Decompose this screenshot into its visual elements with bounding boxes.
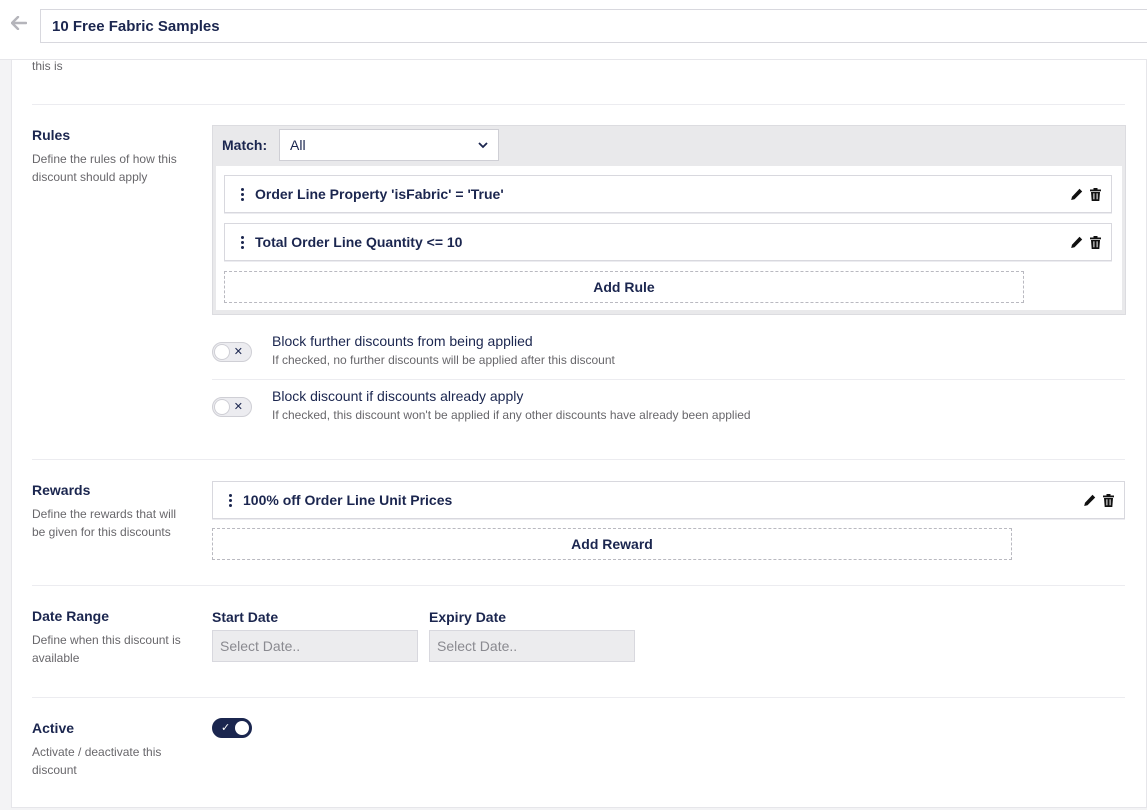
option-title: Block discount if discounts already appl… bbox=[272, 388, 524, 404]
reward-item[interactable]: 100% off Order Line Unit Prices bbox=[212, 481, 1125, 519]
divider bbox=[32, 459, 1125, 460]
toggle-knob bbox=[215, 400, 229, 414]
rule-item[interactable]: Total Order Line Quantity <= 10 bbox=[224, 223, 1112, 261]
trash-icon bbox=[1090, 187, 1101, 201]
divider bbox=[32, 585, 1125, 586]
add-rule-button[interactable]: Add Rule bbox=[224, 271, 1024, 303]
active-label: Active bbox=[32, 720, 75, 736]
toggle-knob bbox=[215, 345, 229, 359]
x-icon: ✕ bbox=[233, 346, 243, 358]
drag-handle-icon[interactable] bbox=[238, 187, 246, 201]
delete-rule-button[interactable] bbox=[1089, 235, 1102, 249]
expiry-date-input[interactable]: Select Date.. bbox=[429, 630, 635, 662]
rewards-description: Define the rewards that will be given fo… bbox=[32, 507, 177, 539]
edit-rule-button[interactable] bbox=[1070, 187, 1083, 201]
active-toggle[interactable]: ✓ bbox=[212, 718, 252, 738]
back-button[interactable] bbox=[8, 12, 30, 34]
rule-text: Order Line Property 'isFabric' = 'True' bbox=[255, 186, 504, 202]
divider bbox=[32, 104, 1125, 105]
block-further-discounts-toggle[interactable]: ✕ bbox=[212, 342, 252, 362]
rule-text: Total Order Line Quantity <= 10 bbox=[255, 234, 463, 250]
expiry-date-label: Expiry Date bbox=[429, 609, 507, 625]
editor-header bbox=[0, 0, 1147, 60]
trash-icon bbox=[1090, 235, 1101, 249]
rewards-label: Rewards bbox=[32, 482, 91, 498]
pencil-icon bbox=[1071, 236, 1083, 248]
delete-rule-button[interactable] bbox=[1089, 187, 1102, 201]
rules-description: Define the rules of how this discount sh… bbox=[32, 152, 177, 184]
pencil-icon bbox=[1084, 494, 1096, 506]
drag-handle-icon[interactable] bbox=[226, 493, 234, 507]
chevron-down-icon bbox=[478, 141, 488, 148]
arrow-left-icon bbox=[11, 16, 27, 30]
rules-label: Rules bbox=[32, 127, 71, 143]
checkmark-icon: ✓ bbox=[221, 722, 231, 734]
add-reward-button[interactable]: Add Reward bbox=[212, 528, 1012, 560]
pencil-icon bbox=[1071, 188, 1083, 200]
divider bbox=[212, 379, 1125, 380]
start-date-placeholder: Select Date.. bbox=[220, 638, 301, 654]
date-range-description: Define when this discount is available bbox=[32, 633, 181, 665]
match-select[interactable]: All bbox=[279, 129, 499, 161]
discount-name-input[interactable] bbox=[40, 9, 1147, 43]
option-description: If checked, no further discounts will be… bbox=[272, 353, 615, 367]
match-label: Match: bbox=[222, 137, 268, 153]
trash-icon bbox=[1103, 493, 1114, 507]
x-icon: ✕ bbox=[233, 401, 243, 413]
option-title: Block further discounts from being appli… bbox=[272, 333, 533, 349]
date-range-label: Date Range bbox=[32, 608, 110, 624]
toggle-knob bbox=[235, 721, 249, 735]
previous-section-description: this is bbox=[32, 59, 63, 73]
expiry-date-placeholder: Select Date.. bbox=[437, 638, 518, 654]
delete-reward-button[interactable] bbox=[1102, 493, 1115, 507]
start-date-input[interactable]: Select Date.. bbox=[212, 630, 418, 662]
active-description: Activate / deactivate this discount bbox=[32, 745, 162, 777]
edit-reward-button[interactable] bbox=[1083, 493, 1096, 507]
edit-rule-button[interactable] bbox=[1070, 235, 1083, 249]
block-if-discounts-apply-toggle[interactable]: ✕ bbox=[212, 397, 252, 417]
option-description: If checked, this discount won't be appli… bbox=[272, 408, 751, 422]
rule-item[interactable]: Order Line Property 'isFabric' = 'True' bbox=[224, 175, 1112, 213]
match-select-value: All bbox=[290, 137, 306, 153]
drag-handle-icon[interactable] bbox=[238, 235, 246, 249]
reward-text: 100% off Order Line Unit Prices bbox=[243, 492, 453, 508]
divider bbox=[32, 697, 1125, 698]
start-date-label: Start Date bbox=[212, 609, 279, 625]
